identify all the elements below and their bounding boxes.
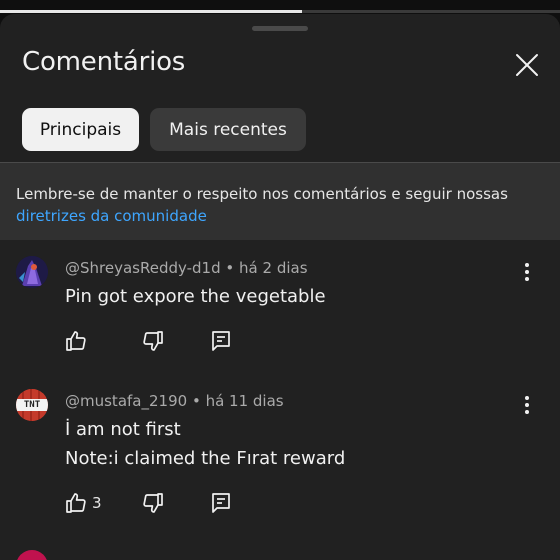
notice-text: Lembre-se de manter o respeito nos comen… bbox=[16, 185, 508, 203]
community-notice: Lembre-se de manter o respeito nos comen… bbox=[0, 162, 560, 240]
reply-comment-icon bbox=[212, 331, 230, 351]
thumbs-up-icon bbox=[66, 493, 86, 513]
tab-mais-recentes[interactable]: Mais recentes bbox=[150, 108, 306, 151]
tnt-label: TNT bbox=[16, 399, 48, 411]
reply-button[interactable] bbox=[209, 491, 233, 515]
comment-author[interactable]: @ShreyasReddy-d1d bbox=[65, 259, 221, 277]
tab-principais[interactable]: Principais bbox=[22, 108, 139, 151]
close-icon bbox=[516, 54, 538, 76]
thumbs-up-icon bbox=[66, 331, 86, 351]
comment-time: há 2 dias bbox=[239, 259, 308, 277]
comment-text-line-1: İ am not first bbox=[65, 419, 181, 440]
comment-menu-button[interactable] bbox=[515, 393, 539, 417]
tnt-block-avatar[interactable]: TNT bbox=[16, 389, 48, 421]
dislike-button[interactable] bbox=[141, 329, 165, 353]
thumbs-down-icon bbox=[143, 331, 163, 351]
comment-author[interactable]: @mustafa_2190 bbox=[65, 392, 187, 410]
meta-separator: • bbox=[191, 392, 201, 410]
thumbs-down-icon bbox=[143, 493, 163, 513]
reply-comment-icon bbox=[212, 493, 230, 513]
like-count: 3 bbox=[92, 494, 102, 512]
comment-meta: @mustafa_2190 • há 11 dias bbox=[65, 392, 284, 410]
like-button[interactable] bbox=[64, 329, 88, 353]
avatar[interactable] bbox=[16, 550, 48, 560]
comments-sheet: Comentários Principais Mais recentes Lem… bbox=[0, 14, 560, 560]
video-progress-bar[interactable] bbox=[0, 10, 560, 13]
sheet-title: Comentários bbox=[22, 47, 186, 77]
community-guidelines-link[interactable]: diretrizes da comunidade bbox=[16, 205, 544, 227]
like-button[interactable] bbox=[64, 491, 88, 515]
game-character-avatar[interactable] bbox=[16, 256, 48, 288]
comment-meta: @ShreyasReddy-d1d • há 2 dias bbox=[65, 259, 308, 277]
video-progress-fill bbox=[0, 10, 303, 13]
comment-text-line-2: Note:i claimed the Fırat reward bbox=[65, 448, 346, 469]
reply-button[interactable] bbox=[209, 329, 233, 353]
close-button[interactable] bbox=[512, 50, 542, 80]
comment-time: há 11 dias bbox=[205, 392, 284, 410]
comment-menu-button[interactable] bbox=[515, 260, 539, 284]
more-vert-icon bbox=[525, 263, 529, 281]
comment-text: Pin got expore the vegetable bbox=[65, 286, 326, 307]
drag-handle[interactable] bbox=[252, 26, 308, 31]
more-vert-icon bbox=[525, 396, 529, 414]
dislike-button[interactable] bbox=[141, 491, 165, 515]
meta-separator: • bbox=[225, 259, 235, 277]
